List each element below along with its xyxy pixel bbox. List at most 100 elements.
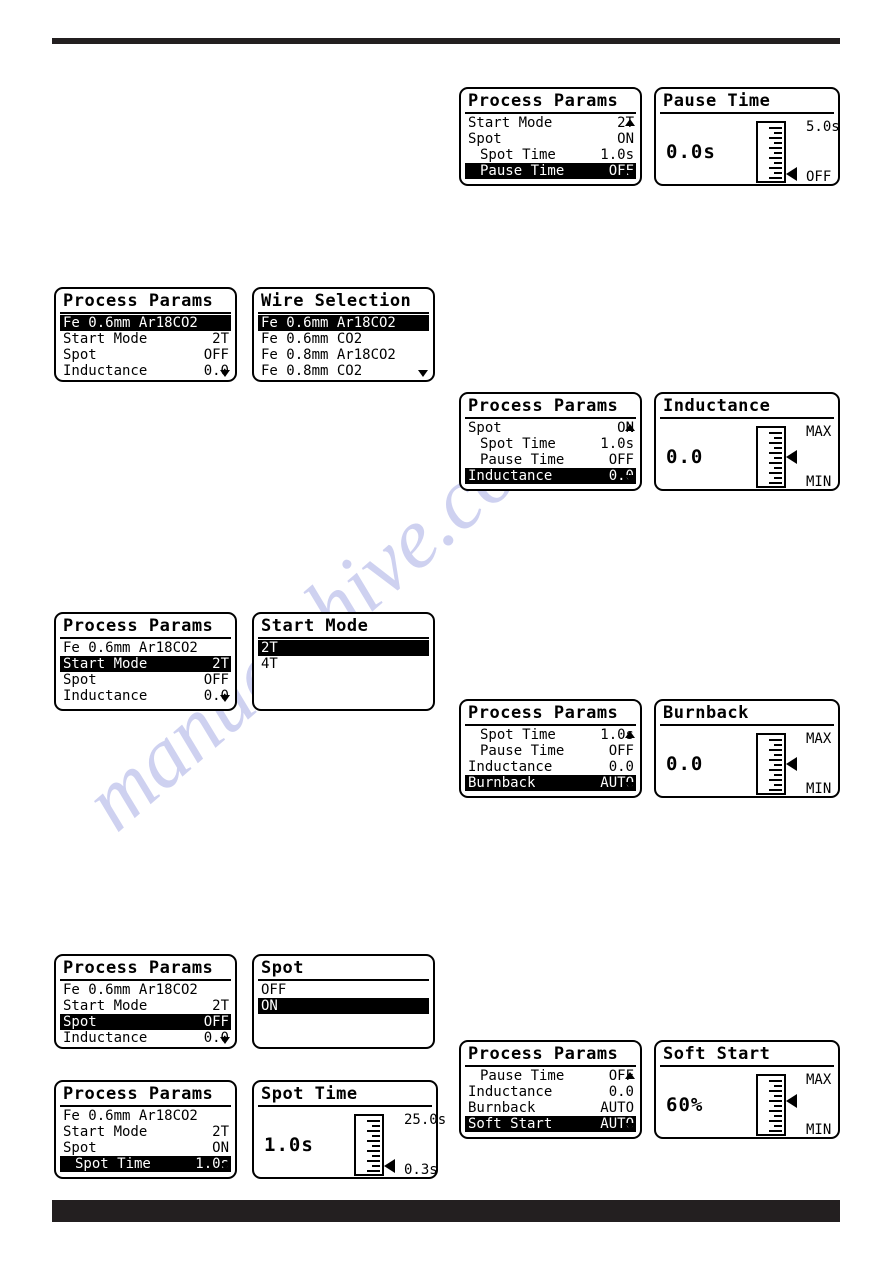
gauge-pointer-icon[interactable] [384, 1159, 395, 1174]
lcd-soft-start-gauge[interactable]: Soft Start 60% MAX MIN [654, 1040, 840, 1139]
menu-row[interactable]: Inductance 0.0 [465, 1084, 636, 1100]
list-item-selected[interactable]: 2T [258, 640, 429, 656]
list-item[interactable]: Fe 0.8mm CO2 [258, 363, 429, 379]
lcd-start-mode-list[interactable]: Start Mode 2T 4T [252, 612, 435, 711]
menu-row-selected[interactable]: Pause Time OFF [465, 163, 636, 179]
menu-row[interactable]: Pause Time OFF [465, 743, 636, 759]
gauge-pointer-icon[interactable] [786, 757, 797, 771]
menu-row[interactable]: Burnback AUTO [465, 1100, 636, 1116]
lcd-process-params-spot-time[interactable]: Process Params Fe 0.6mm Ar18CO2 Start Mode… [54, 1080, 237, 1179]
lcd-process-params-soft-start[interactable]: Process Params Pause Time OFF Inductance 0.0… [459, 1040, 642, 1139]
menu-row[interactable]: Spot Time 1.0s [465, 436, 636, 452]
menu-row-value: AUTO [600, 1100, 634, 1116]
lcd-process-params-pause-time[interactable]: Process Params Start Mode 2T Spot ON Spot Tim… [459, 87, 642, 186]
scroll-down-arrow-icon[interactable] [220, 370, 230, 377]
menu-row[interactable]: Inductance 0.0 [465, 759, 636, 775]
lcd-process-params-inductance[interactable]: Process Params Spot ON Spot Time 1.0s Pause T… [459, 392, 642, 491]
scroll-down-arrow-icon[interactable] [220, 1163, 230, 1170]
list-item-selected[interactable]: Fe 0.6mm Ar18CO2 [258, 315, 429, 331]
menu-row-value: 1.0s [600, 436, 634, 452]
menu-row-selected[interactable]: Fe 0.6mm Ar18CO2 [60, 315, 231, 331]
menu-row[interactable]: Pause Time OFF [465, 1068, 636, 1084]
gauge-scale [756, 1074, 786, 1136]
gauge-min-label: OFF [806, 169, 832, 185]
scroll-down-arrow-icon[interactable] [625, 782, 635, 789]
lcd-process-params-start-mode[interactable]: Process Params Fe 0.6mm Ar18CO2 Start Mode… [54, 612, 237, 711]
menu-row[interactable]: Start Mode 2T [60, 1124, 231, 1140]
lcd-spot-time-gauge[interactable]: Spot Time 1.0s 25.0s 0.3s [252, 1080, 446, 1179]
menu-row[interactable]: Spot ON [465, 131, 636, 147]
gauge-pointer-icon[interactable] [786, 450, 797, 464]
menu-row-label: Start Mode [468, 115, 553, 131]
scroll-down-arrow-icon[interactable] [625, 170, 635, 177]
menu-row[interactable]: Spot OFF [60, 672, 231, 688]
lcd-menu-body: Pause Time OFF Inductance 0.0 Burnback AUTO So… [465, 1068, 636, 1132]
menu-row-value: OFF [203, 1014, 229, 1030]
menu-row-label: Fe 0.6mm Ar18CO2 [63, 640, 198, 656]
menu-row-value: 0.0 [608, 759, 634, 775]
menu-row-selected[interactable]: Start Mode 2T [60, 656, 231, 672]
list-item[interactable]: Fe 0.6mm CO2 [258, 331, 429, 347]
menu-row[interactable]: Start Mode 2T [465, 115, 636, 131]
lcd-title: Process Params [465, 397, 636, 419]
menu-row-label: Soft Start [468, 1116, 553, 1132]
scroll-down-arrow-icon[interactable] [220, 695, 230, 702]
menu-row[interactable]: Spot Time 1.0s [465, 727, 636, 743]
scroll-down-arrow-icon[interactable] [625, 475, 635, 482]
menu-row[interactable]: Fe 0.6mm Ar18CO2 [60, 1108, 231, 1124]
menu-row[interactable]: Inductance 0.0 [60, 363, 231, 379]
menu-row[interactable]: Inductance 0.0 [60, 1030, 231, 1046]
lcd-menu-body: Fe 0.6mm Ar18CO2 Start Mode 2T Spot OFF Induc… [60, 315, 231, 379]
scroll-up-arrow-icon[interactable] [625, 731, 635, 738]
lcd-inductance-gauge[interactable]: Inductance 0.0 MAX MIN [654, 392, 840, 491]
lcd-title: Process Params [60, 617, 231, 639]
scroll-down-arrow-icon[interactable] [220, 1037, 230, 1044]
gauge-body: 0.0s 5.0s OFF [660, 115, 840, 187]
list-item-selected[interactable]: ON [258, 998, 429, 1014]
lcd-spot-list[interactable]: Spot OFF ON [252, 954, 435, 1049]
lcd-process-params-spot[interactable]: Process Params Fe 0.6mm Ar18CO2 Start Mode… [54, 954, 237, 1049]
lcd-pause-time-gauge[interactable]: Pause Time 0.0s 5.0s OFF [654, 87, 840, 186]
menu-row[interactable]: Inductance 0.0 [60, 688, 231, 704]
menu-row[interactable]: Fe 0.6mm Ar18CO2 [60, 640, 231, 656]
gauge-pointer-icon[interactable] [786, 1094, 797, 1109]
menu-row-selected[interactable]: Spot Time 1.0s [60, 1156, 231, 1172]
scroll-up-arrow-icon[interactable] [625, 424, 635, 431]
page-top-rule [52, 38, 840, 44]
menu-row-selected[interactable]: Spot OFF [60, 1014, 231, 1030]
scroll-up-arrow-icon[interactable] [418, 319, 428, 326]
menu-row-label: Spot [63, 1014, 97, 1030]
menu-row[interactable]: Spot ON [465, 420, 636, 436]
menu-row[interactable]: Start Mode 2T [60, 331, 231, 347]
lcd-process-params-burnback[interactable]: Process Params Spot Time 1.0s Pause Time OFF… [459, 699, 642, 798]
scroll-down-arrow-icon[interactable] [625, 1123, 635, 1130]
scroll-up-arrow-icon[interactable] [625, 119, 635, 126]
menu-row-selected[interactable]: Burnback AUTO [465, 775, 636, 791]
list-item[interactable]: OFF [258, 982, 429, 998]
lcd-title: Process Params [465, 704, 636, 726]
menu-row-value: OFF [203, 672, 229, 688]
menu-row[interactable]: Start Mode 2T [60, 998, 231, 1014]
menu-row[interactable]: Spot ON [60, 1140, 231, 1156]
menu-row-value: ON [617, 131, 634, 147]
menu-row[interactable]: Spot Time 1.0s [465, 147, 636, 163]
menu-row-label: Spot [468, 420, 502, 436]
gauge-value: 0.0 [666, 446, 704, 468]
lcd-list-body: Fe 0.6mm Ar18CO2 Fe 0.6mm CO2 Fe 0.8mm Ar1… [258, 315, 429, 379]
menu-row-selected[interactable]: Inductance 0.0 [465, 468, 636, 484]
menu-row[interactable]: Spot OFF [60, 347, 231, 363]
lcd-process-params-wire[interactable]: Process Params Fe 0.6mm Ar18CO2 Start Mode… [54, 287, 237, 382]
lcd-wire-selection-list[interactable]: Wire Selection Fe 0.6mm Ar18CO2 Fe 0.6mm C… [252, 287, 435, 382]
lcd-title: Spot Time [258, 1085, 432, 1107]
menu-row-selected[interactable]: Soft Start AUTO [465, 1116, 636, 1132]
menu-row[interactable]: Fe 0.6mm Ar18CO2 [60, 982, 231, 998]
menu-row[interactable]: Pause Time OFF [465, 452, 636, 468]
lcd-burnback-gauge[interactable]: Burnback 0.0 MAX MIN [654, 699, 840, 798]
menu-row-label: Spot Time [480, 727, 556, 743]
gauge-pointer-icon[interactable] [786, 167, 797, 182]
menu-row-label: Inductance [63, 1030, 148, 1046]
scroll-down-arrow-icon[interactable] [418, 370, 428, 377]
list-item[interactable]: 4T [258, 656, 429, 672]
scroll-up-arrow-icon[interactable] [625, 1072, 635, 1079]
list-item[interactable]: Fe 0.8mm Ar18CO2 [258, 347, 429, 363]
